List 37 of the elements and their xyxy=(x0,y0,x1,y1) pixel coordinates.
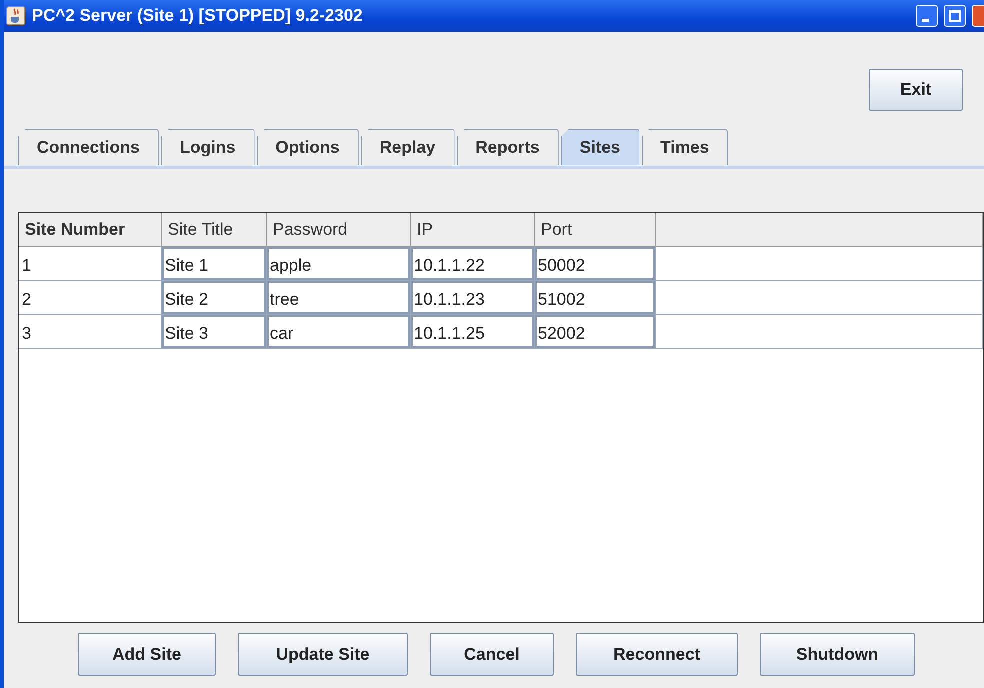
tab[interactable]: Reports xyxy=(456,129,559,166)
table-cell[interactable]: Site 3 xyxy=(162,314,267,348)
table-cell[interactable]: 10.1.1.22 xyxy=(411,246,535,280)
tab[interactable]: Logins xyxy=(160,129,255,166)
table-cell: 3 xyxy=(19,314,162,348)
action-button[interactable]: Shutdown xyxy=(760,633,915,676)
tab[interactable]: Options xyxy=(256,129,359,166)
table-cell[interactable]: 10.1.1.23 xyxy=(411,280,535,314)
tab[interactable]: Sites xyxy=(560,129,640,166)
table-cell[interactable]: 51002 xyxy=(535,280,656,314)
maximize-button[interactable] xyxy=(944,5,966,27)
table-cell[interactable]: car xyxy=(267,314,411,348)
table-cell[interactable]: 50002 xyxy=(535,246,656,280)
column-header[interactable]: Site Title xyxy=(162,212,267,246)
java-cup-icon xyxy=(6,6,26,26)
action-button[interactable]: Cancel xyxy=(430,633,554,676)
action-button[interactable]: Reconnect xyxy=(576,633,738,676)
table-cell[interactable]: 52002 xyxy=(535,314,656,348)
window-title: PC^2 Server (Site 1) [STOPPED] 9.2-2302 xyxy=(32,5,363,28)
column-header[interactable]: IP xyxy=(411,212,535,246)
minimize-button[interactable] xyxy=(916,5,938,27)
table-cell[interactable]: tree xyxy=(267,280,411,314)
tab[interactable]: Times xyxy=(642,129,728,166)
table-cell: 2 xyxy=(19,280,162,314)
table-cell[interactable]: Site 1 xyxy=(162,246,267,280)
tab[interactable]: Connections xyxy=(18,129,159,166)
table-cell: 1 xyxy=(19,246,162,280)
table-cell[interactable]: apple xyxy=(267,246,411,280)
table-cell[interactable]: 10.1.1.25 xyxy=(411,314,535,348)
column-header[interactable]: Password xyxy=(267,212,411,246)
tab[interactable]: Replay xyxy=(360,129,455,166)
action-button[interactable]: Add Site xyxy=(78,633,216,676)
column-header[interactable]: Site Number xyxy=(19,212,162,246)
action-button[interactable]: Update Site xyxy=(238,633,408,676)
column-header[interactable]: Port xyxy=(535,212,656,246)
table-cell[interactable]: Site 2 xyxy=(162,280,267,314)
exit-button[interactable]: Exit xyxy=(869,69,963,111)
